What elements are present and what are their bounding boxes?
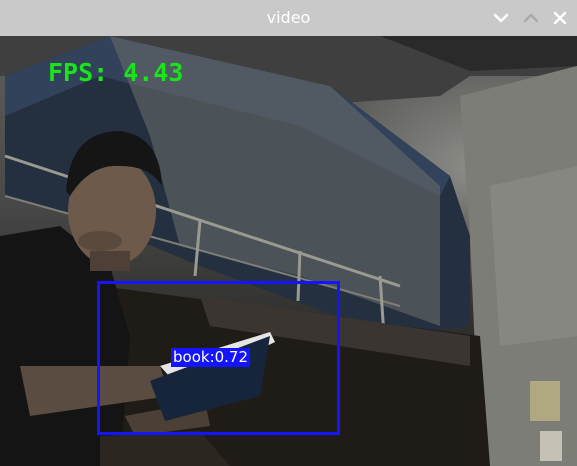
title-bar[interactable]: video — [0, 0, 577, 37]
chevron-up-icon — [523, 13, 539, 23]
fps-overlay: FPS: 4.43 — [48, 58, 184, 87]
video-frame: FPS: 4.43 book:0.72 — [0, 36, 577, 466]
close-button[interactable] — [549, 7, 571, 29]
minimize-button[interactable] — [490, 7, 512, 29]
maximize-button[interactable] — [520, 7, 542, 29]
detection-label: book:0.72 — [171, 348, 251, 367]
close-icon — [553, 11, 567, 25]
chevron-down-icon — [493, 13, 509, 23]
video-window: video FPS: 4.43 book:0.72 — [0, 0, 577, 466]
